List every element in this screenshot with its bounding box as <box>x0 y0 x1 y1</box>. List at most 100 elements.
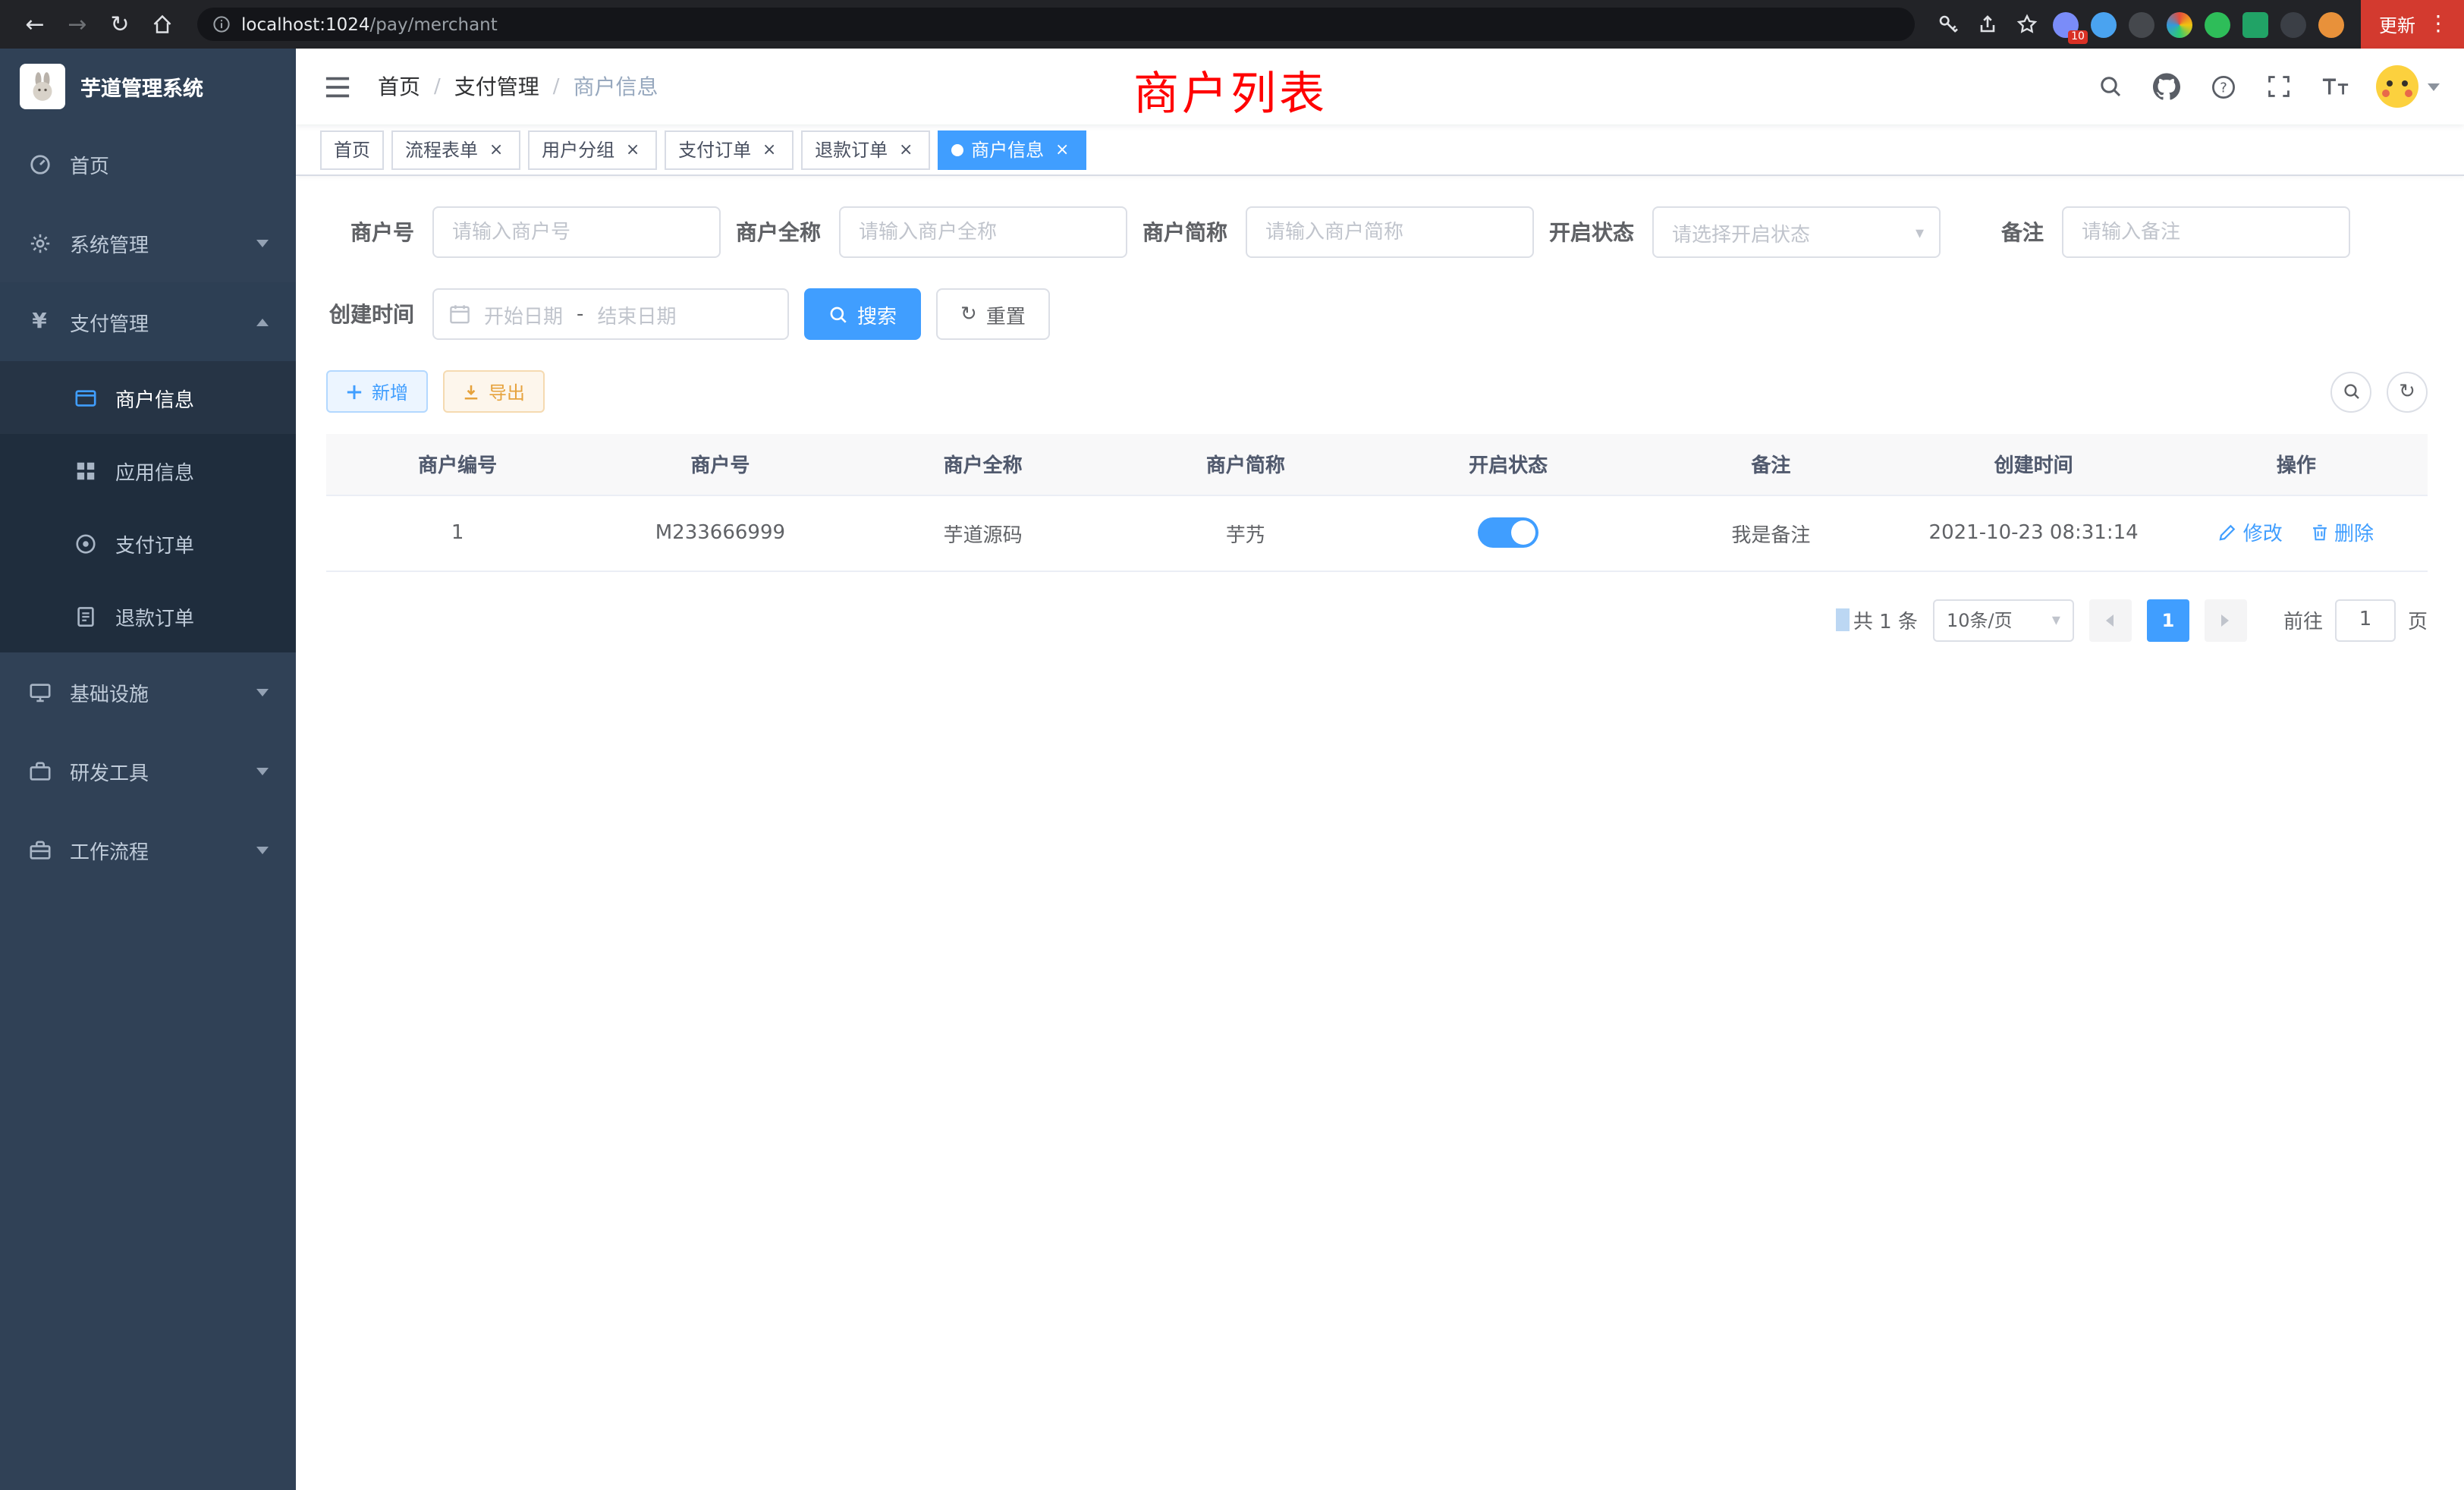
remark-input[interactable] <box>2062 206 2350 258</box>
status-select[interactable]: 请选择开启状态 ▾ <box>1652 206 1941 258</box>
merchant-full-name-input[interactable] <box>839 206 1127 258</box>
prev-page-button[interactable] <box>2089 599 2132 641</box>
tags-view: 首页 流程表单 × 用户分组 × 支付订单 × 退款订单 × <box>296 124 2464 176</box>
browser-extension-icon[interactable] <box>2280 11 2306 37</box>
sidebar-item-workflow[interactable]: 工作流程 <box>0 810 296 889</box>
font-size-icon[interactable] <box>2320 71 2350 102</box>
merchant-no-input[interactable] <box>432 206 721 258</box>
tab-merchant-info[interactable]: 商户信息 × <box>938 130 1086 169</box>
page-size-select[interactable]: 10条/页 ▾ <box>1933 599 2074 641</box>
start-date-placeholder[interactable]: 开始日期 <box>484 300 563 328</box>
forward-button[interactable]: → <box>58 5 97 44</box>
goto-page-input[interactable] <box>2335 599 2396 641</box>
search-button[interactable]: 搜索 <box>804 288 921 340</box>
tab-refund-order[interactable]: 退款订单 × <box>801 130 930 169</box>
sidebar-item-merchant-info[interactable]: 商户信息 <box>0 361 296 434</box>
create-time-range-picker[interactable]: 开始日期 - 结束日期 <box>432 288 789 340</box>
back-button[interactable]: ← <box>15 5 55 44</box>
date-separator: - <box>577 303 583 325</box>
calendar-icon <box>449 303 470 325</box>
close-tab-icon[interactable]: × <box>1051 139 1073 160</box>
sidebar-item-home[interactable]: 首页 <box>0 124 296 203</box>
browser-extension-icon[interactable] <box>2205 11 2230 37</box>
col-header-merchant-no: 商户号 <box>589 434 851 495</box>
chevron-down-icon <box>256 239 269 247</box>
address-bar[interactable]: localhost:1024/pay/merchant <box>197 8 1915 41</box>
end-date-placeholder[interactable]: 结束日期 <box>597 300 676 328</box>
browser-extension-icon[interactable] <box>2091 11 2117 37</box>
cell-merchant-no: M233666999 <box>589 495 851 571</box>
close-tab-icon[interactable]: × <box>759 139 780 160</box>
sidebar-item-refund-order[interactable]: 退款订单 <box>0 580 296 652</box>
merchant-short-name-label: 商户简称 <box>1142 217 1246 247</box>
reload-button[interactable]: ↻ <box>100 5 140 44</box>
chevron-down-icon: ▾ <box>1916 222 1924 242</box>
refresh-table-button[interactable]: ↻ <box>2387 371 2428 412</box>
browser-profile-avatar[interactable] <box>2318 11 2344 37</box>
page-info-icon[interactable] <box>212 15 231 33</box>
browser-extension-icon[interactable] <box>2242 11 2268 37</box>
password-key-icon[interactable] <box>1930 6 1966 42</box>
sidebar-toggle-icon[interactable] <box>320 70 354 103</box>
breadcrumb-payment[interactable]: 支付管理 <box>454 71 539 102</box>
sidebar-item-dev-tools[interactable]: 研发工具 <box>0 731 296 810</box>
sidebar-item-system[interactable]: 系统管理 <box>0 203 296 282</box>
chevron-up-icon <box>256 318 269 325</box>
chevron-down-icon <box>256 688 269 696</box>
browser-menu-kebab-icon[interactable]: ⋮ <box>2428 12 2449 36</box>
total-count: 共 1 条 <box>1837 605 1918 634</box>
sidebar-item-payment[interactable]: ¥ 支付管理 <box>0 282 296 361</box>
table-tools: ↻ <box>2330 371 2428 412</box>
tab-pay-order[interactable]: 支付订单 × <box>665 130 794 169</box>
logo-image <box>20 64 65 109</box>
user-avatar[interactable] <box>2376 65 2440 108</box>
main-area: 商户列表 首页 / 支付管理 / 商户信息 <box>296 49 2464 1490</box>
page-1-button[interactable]: 1 <box>2147 599 2189 641</box>
col-header-create-time: 创建时间 <box>1903 434 2165 495</box>
add-button[interactable]: 新增 <box>326 370 428 413</box>
share-icon[interactable] <box>1969 6 2006 42</box>
sidebar-item-app-info[interactable]: 应用信息 <box>0 434 296 507</box>
col-header-short-name: 商户简称 <box>1114 434 1377 495</box>
col-header-remark: 备注 <box>1639 434 1902 495</box>
status-label: 开启状态 <box>1549 217 1652 247</box>
sidebar-item-infrastructure[interactable]: 基础设施 <box>0 652 296 731</box>
home-button[interactable] <box>143 5 182 44</box>
tab-user-group[interactable]: 用户分组 × <box>528 130 657 169</box>
help-icon[interactable]: ? <box>2208 71 2238 102</box>
browser-extension-icon[interactable] <box>2129 11 2154 37</box>
close-tab-icon[interactable]: × <box>622 139 643 160</box>
fullscreen-icon[interactable] <box>2264 71 2294 102</box>
tab-process-form[interactable]: 流程表单 × <box>391 130 520 169</box>
refresh-icon: ↻ <box>960 303 977 325</box>
extensions-puzzle-icon[interactable]: 10 <box>2053 11 2079 37</box>
bookmark-star-icon[interactable] <box>2009 6 2045 42</box>
app-title: 芋道管理系统 <box>80 71 203 102</box>
merchant-no-label: 商户号 <box>326 217 432 247</box>
show-search-toggle-button[interactable] <box>2330 371 2371 412</box>
search-icon[interactable] <box>2095 71 2126 102</box>
breadcrumb-separator: / <box>553 75 560 98</box>
yen-icon: ¥ <box>27 310 52 334</box>
browser-update-button[interactable]: 更新 ⋮ <box>2361 0 2464 49</box>
merchant-short-name-input[interactable] <box>1246 206 1534 258</box>
status-toggle[interactable] <box>1478 517 1538 548</box>
sidebar-logo[interactable]: 芋道管理系统 <box>0 49 296 124</box>
close-tab-icon[interactable]: × <box>486 139 507 160</box>
sidebar-item-pay-order[interactable]: 支付订单 <box>0 507 296 580</box>
tab-home[interactable]: 首页 <box>320 130 384 169</box>
browser-extension-icon[interactable] <box>2167 11 2192 37</box>
breadcrumb-home[interactable]: 首页 <box>378 71 420 102</box>
next-page-button[interactable] <box>2205 599 2247 641</box>
github-icon[interactable] <box>2151 71 2182 102</box>
table-header-row: 商户编号 商户号 商户全称 商户简称 开启状态 备注 创建时间 操作 <box>326 434 2428 495</box>
remark-label: 备注 <box>2001 217 2062 247</box>
close-tab-icon[interactable]: × <box>895 139 916 160</box>
export-button[interactable]: 导出 <box>443 370 545 413</box>
cell-full-name: 芋道源码 <box>852 495 1114 571</box>
url-host: localhost:1024 <box>241 14 370 35</box>
reset-button[interactable]: ↻ 重置 <box>936 288 1050 340</box>
edit-button[interactable]: 修改 <box>2219 518 2283 547</box>
breadcrumb-separator: / <box>434 75 441 98</box>
delete-button[interactable]: 删除 <box>2310 518 2374 547</box>
